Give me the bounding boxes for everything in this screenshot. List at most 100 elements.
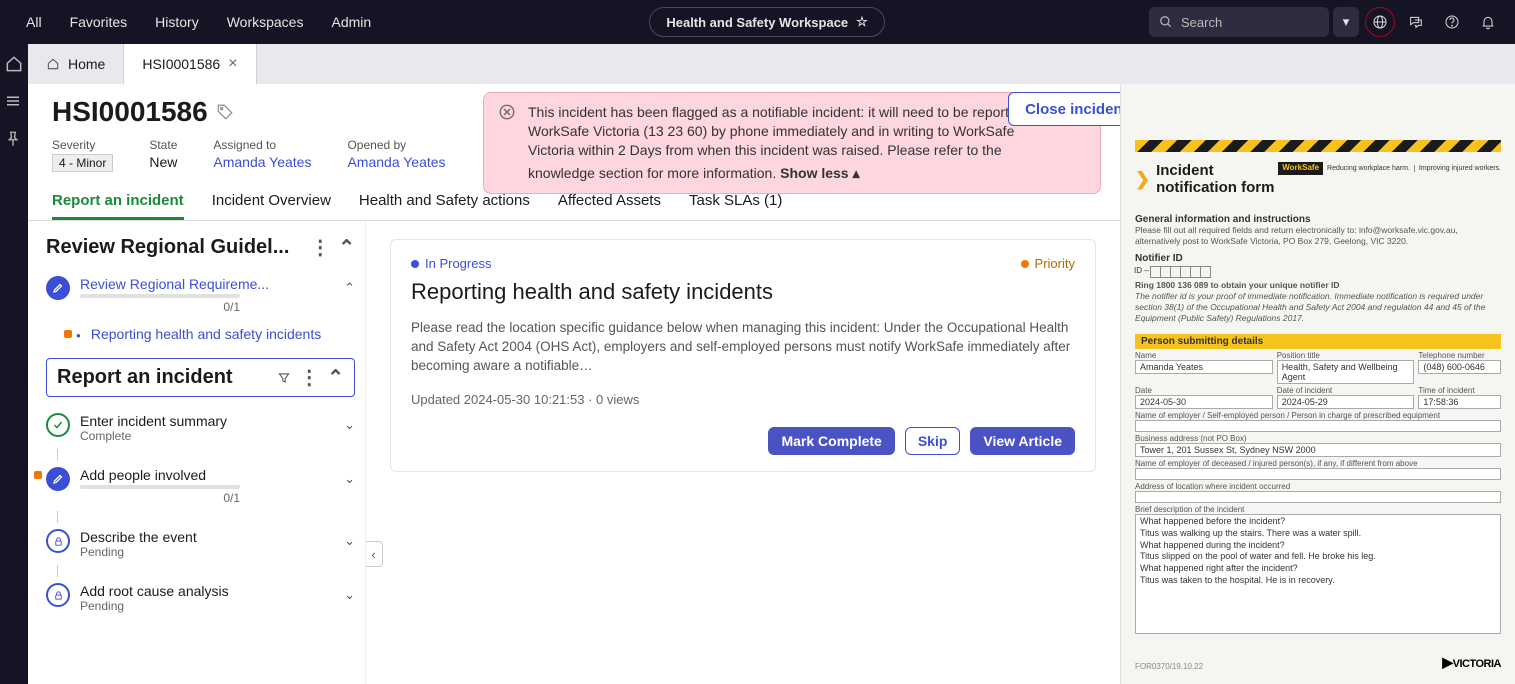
chevron-down-icon[interactable]: ⌄ <box>344 413 355 433</box>
progress-bar <box>80 294 240 298</box>
search-dropdown[interactable]: ▾ <box>1333 7 1359 37</box>
notifier-id-boxes: ID – <box>1135 266 1501 278</box>
filter-icon[interactable] <box>277 371 291 385</box>
form-cell-loc-addr: Address of location where incident occur… <box>1135 482 1501 503</box>
playbook-item-describe[interactable]: Describe the event Pending ⌄ <box>46 523 355 565</box>
opened-label: Opened by <box>347 138 445 152</box>
pb-item-sub: Pending <box>80 599 334 613</box>
playbook-item-people[interactable]: Add people involved 0/1 ⌄ <box>46 461 355 511</box>
tag-icon[interactable] <box>216 103 234 121</box>
nav-history[interactable]: History <box>141 0 213 44</box>
playbook-item-summary[interactable]: Enter incident summary Complete ⌄ <box>46 407 355 449</box>
hazard-stripe <box>1135 140 1501 152</box>
form-section-header: General information and instructions <box>1135 214 1501 225</box>
tab-incident-overview[interactable]: Incident Overview <box>212 192 331 220</box>
lower-split: Review Regional Guidel... ⋮ ⌃ Review Reg… <box>28 221 1120 684</box>
ring-text: Ring 1800 136 089 to obtain your unique … <box>1135 280 1501 291</box>
playbook-item-root-cause[interactable]: Add root cause analysis Pending ⌄ <box>46 577 355 619</box>
globe-icon[interactable] <box>1365 7 1395 37</box>
chat-icon[interactable] <box>1401 7 1431 37</box>
home-rail-icon[interactable] <box>4 54 24 74</box>
nav-workspaces[interactable]: Workspaces <box>213 0 318 44</box>
workspace-pill[interactable]: Health and Safety Workspace ☆ <box>649 7 884 37</box>
chevron-down-icon[interactable]: ⌄ <box>344 529 355 549</box>
playbook-section-guidelines: Review Regional Guidel... ⋮ ⌃ <box>46 235 355 260</box>
record-number: HSI0001586 <box>52 96 208 128</box>
star-icon[interactable]: ☆ <box>856 14 868 30</box>
section-dots-icon[interactable]: ⋮ <box>299 365 319 390</box>
chevron-down-icon[interactable]: ⌄ <box>344 583 355 603</box>
chevron-down-icon[interactable]: ⌄ <box>344 467 355 487</box>
tab-report-incident[interactable]: Report an incident <box>52 192 184 220</box>
section-collapse-icon[interactable]: ⌃ <box>338 235 355 260</box>
check-icon <box>46 413 70 437</box>
assigned-value[interactable]: Amanda Yeates <box>213 154 311 170</box>
help-icon[interactable] <box>1437 7 1467 37</box>
pb-item-title: Review Regional Requireme... <box>80 276 334 292</box>
nav-admin[interactable]: Admin <box>317 0 385 44</box>
state-value: New <box>149 154 177 170</box>
field-state: State New <box>149 138 177 170</box>
chevron-right-icon: ❯ <box>1135 169 1150 190</box>
field-assigned: Assigned to Amanda Yeates <box>213 138 311 170</box>
tab-hs-actions[interactable]: Health and Safety actions <box>359 192 530 220</box>
chevron-up-icon: ▴ <box>853 164 860 183</box>
field-severity: Severity 4 - Minor <box>52 138 113 170</box>
global-search[interactable]: Search <box>1149 7 1329 37</box>
section-dots-icon[interactable]: ⋮ <box>310 235 330 260</box>
nav-all[interactable]: All <box>12 0 56 44</box>
pin-rail-icon[interactable] <box>4 130 24 150</box>
victoria-logo: ▶VICTORIA <box>1442 654 1501 671</box>
form-instructions: Please fill out all required fields and … <box>1135 225 1501 247</box>
lock-icon <box>46 529 70 553</box>
playbook-item-requirements[interactable]: Review Regional Requireme... 0/1 ⌃ <box>46 270 355 320</box>
detail-body: Please read the location specific guidan… <box>411 319 1075 376</box>
detail-meta: Updated 2024-05-30 10:21:53 · 0 views <box>411 392 1075 407</box>
tab-affected-assets[interactable]: Affected Assets <box>558 192 661 220</box>
content-region: Close incident Generate Incident PDF Ema… <box>28 84 1120 684</box>
main-region: Close incident Generate Incident PDF Ema… <box>28 84 1515 684</box>
incident-form-doc: WorkSafe Reducing workplace harm. Improv… <box>1121 84 1515 684</box>
tab-record[interactable]: HSI0001586 × <box>124 44 256 84</box>
search-icon <box>1159 15 1173 29</box>
form-cell-position: Position title Health, Safety and Wellbe… <box>1277 351 1415 384</box>
tab-home[interactable]: Home <box>28 44 124 84</box>
collapse-panel-button[interactable]: ‹ <box>366 541 383 567</box>
form-cell-deceased: Name of employer of deceased / injured p… <box>1135 459 1501 480</box>
nav-favorites[interactable]: Favorites <box>56 0 142 44</box>
worksafe-badge: WorkSafe <box>1278 162 1323 175</box>
alert-text: This incident has been flagged as a noti… <box>528 103 1061 183</box>
alert-show-less[interactable]: Show less ▴ <box>780 164 860 183</box>
pb-item-title: Describe the event <box>80 529 334 545</box>
playbook-subitem-reporting[interactable]: ● Reporting health and safety incidents <box>76 320 355 348</box>
mark-complete-button[interactable]: Mark Complete <box>768 427 894 455</box>
home-icon <box>46 57 60 71</box>
progress-bar <box>80 485 240 489</box>
close-incident-button[interactable]: Close incident <box>1008 92 1120 126</box>
status-dot-icon <box>411 260 419 268</box>
detail-column: ‹ In Progress Priority Reporting health … <box>366 221 1120 684</box>
form-cell-employer: Name of employer / Self-employed person … <box>1135 411 1501 432</box>
form-footer: FOR0370/19.10.22 ▶VICTORIA <box>1135 654 1501 671</box>
view-article-button[interactable]: View Article <box>970 427 1075 455</box>
playbook-section-report: Report an incident ⋮ ⌃ <box>46 358 355 397</box>
priority-text: Priority <box>1035 256 1075 271</box>
form-cell-telephone: Telephone number (048) 600-0646 <box>1418 351 1501 384</box>
list-rail-icon[interactable] <box>4 92 24 112</box>
worksafe-logo: WorkSafe Reducing workplace harm. Improv… <box>1278 162 1501 175</box>
tab-task-slas[interactable]: Task SLAs (1) <box>689 192 782 220</box>
skip-button[interactable]: Skip <box>905 427 961 455</box>
pb-item-title: Enter incident summary <box>80 413 334 429</box>
notifier-prefix: ID – <box>1134 266 1151 278</box>
close-tab-icon[interactable]: × <box>228 55 237 73</box>
status-badge: In Progress <box>411 256 491 271</box>
priority-dot-icon <box>1021 260 1029 268</box>
form-cell-doi: Date of incident 2024-05-29 <box>1277 386 1415 409</box>
pb-item-sub: 0/1 <box>80 491 240 505</box>
bell-icon[interactable] <box>1473 7 1503 37</box>
chevron-up-icon[interactable]: ⌃ <box>344 276 355 296</box>
section-title-report: Report an incident <box>57 366 233 389</box>
action-buttons: Close incident Generate Incident PDF Ema… <box>1008 92 1120 126</box>
section-collapse-icon[interactable]: ⌃ <box>327 365 344 390</box>
opened-value[interactable]: Amanda Yeates <box>347 154 445 170</box>
